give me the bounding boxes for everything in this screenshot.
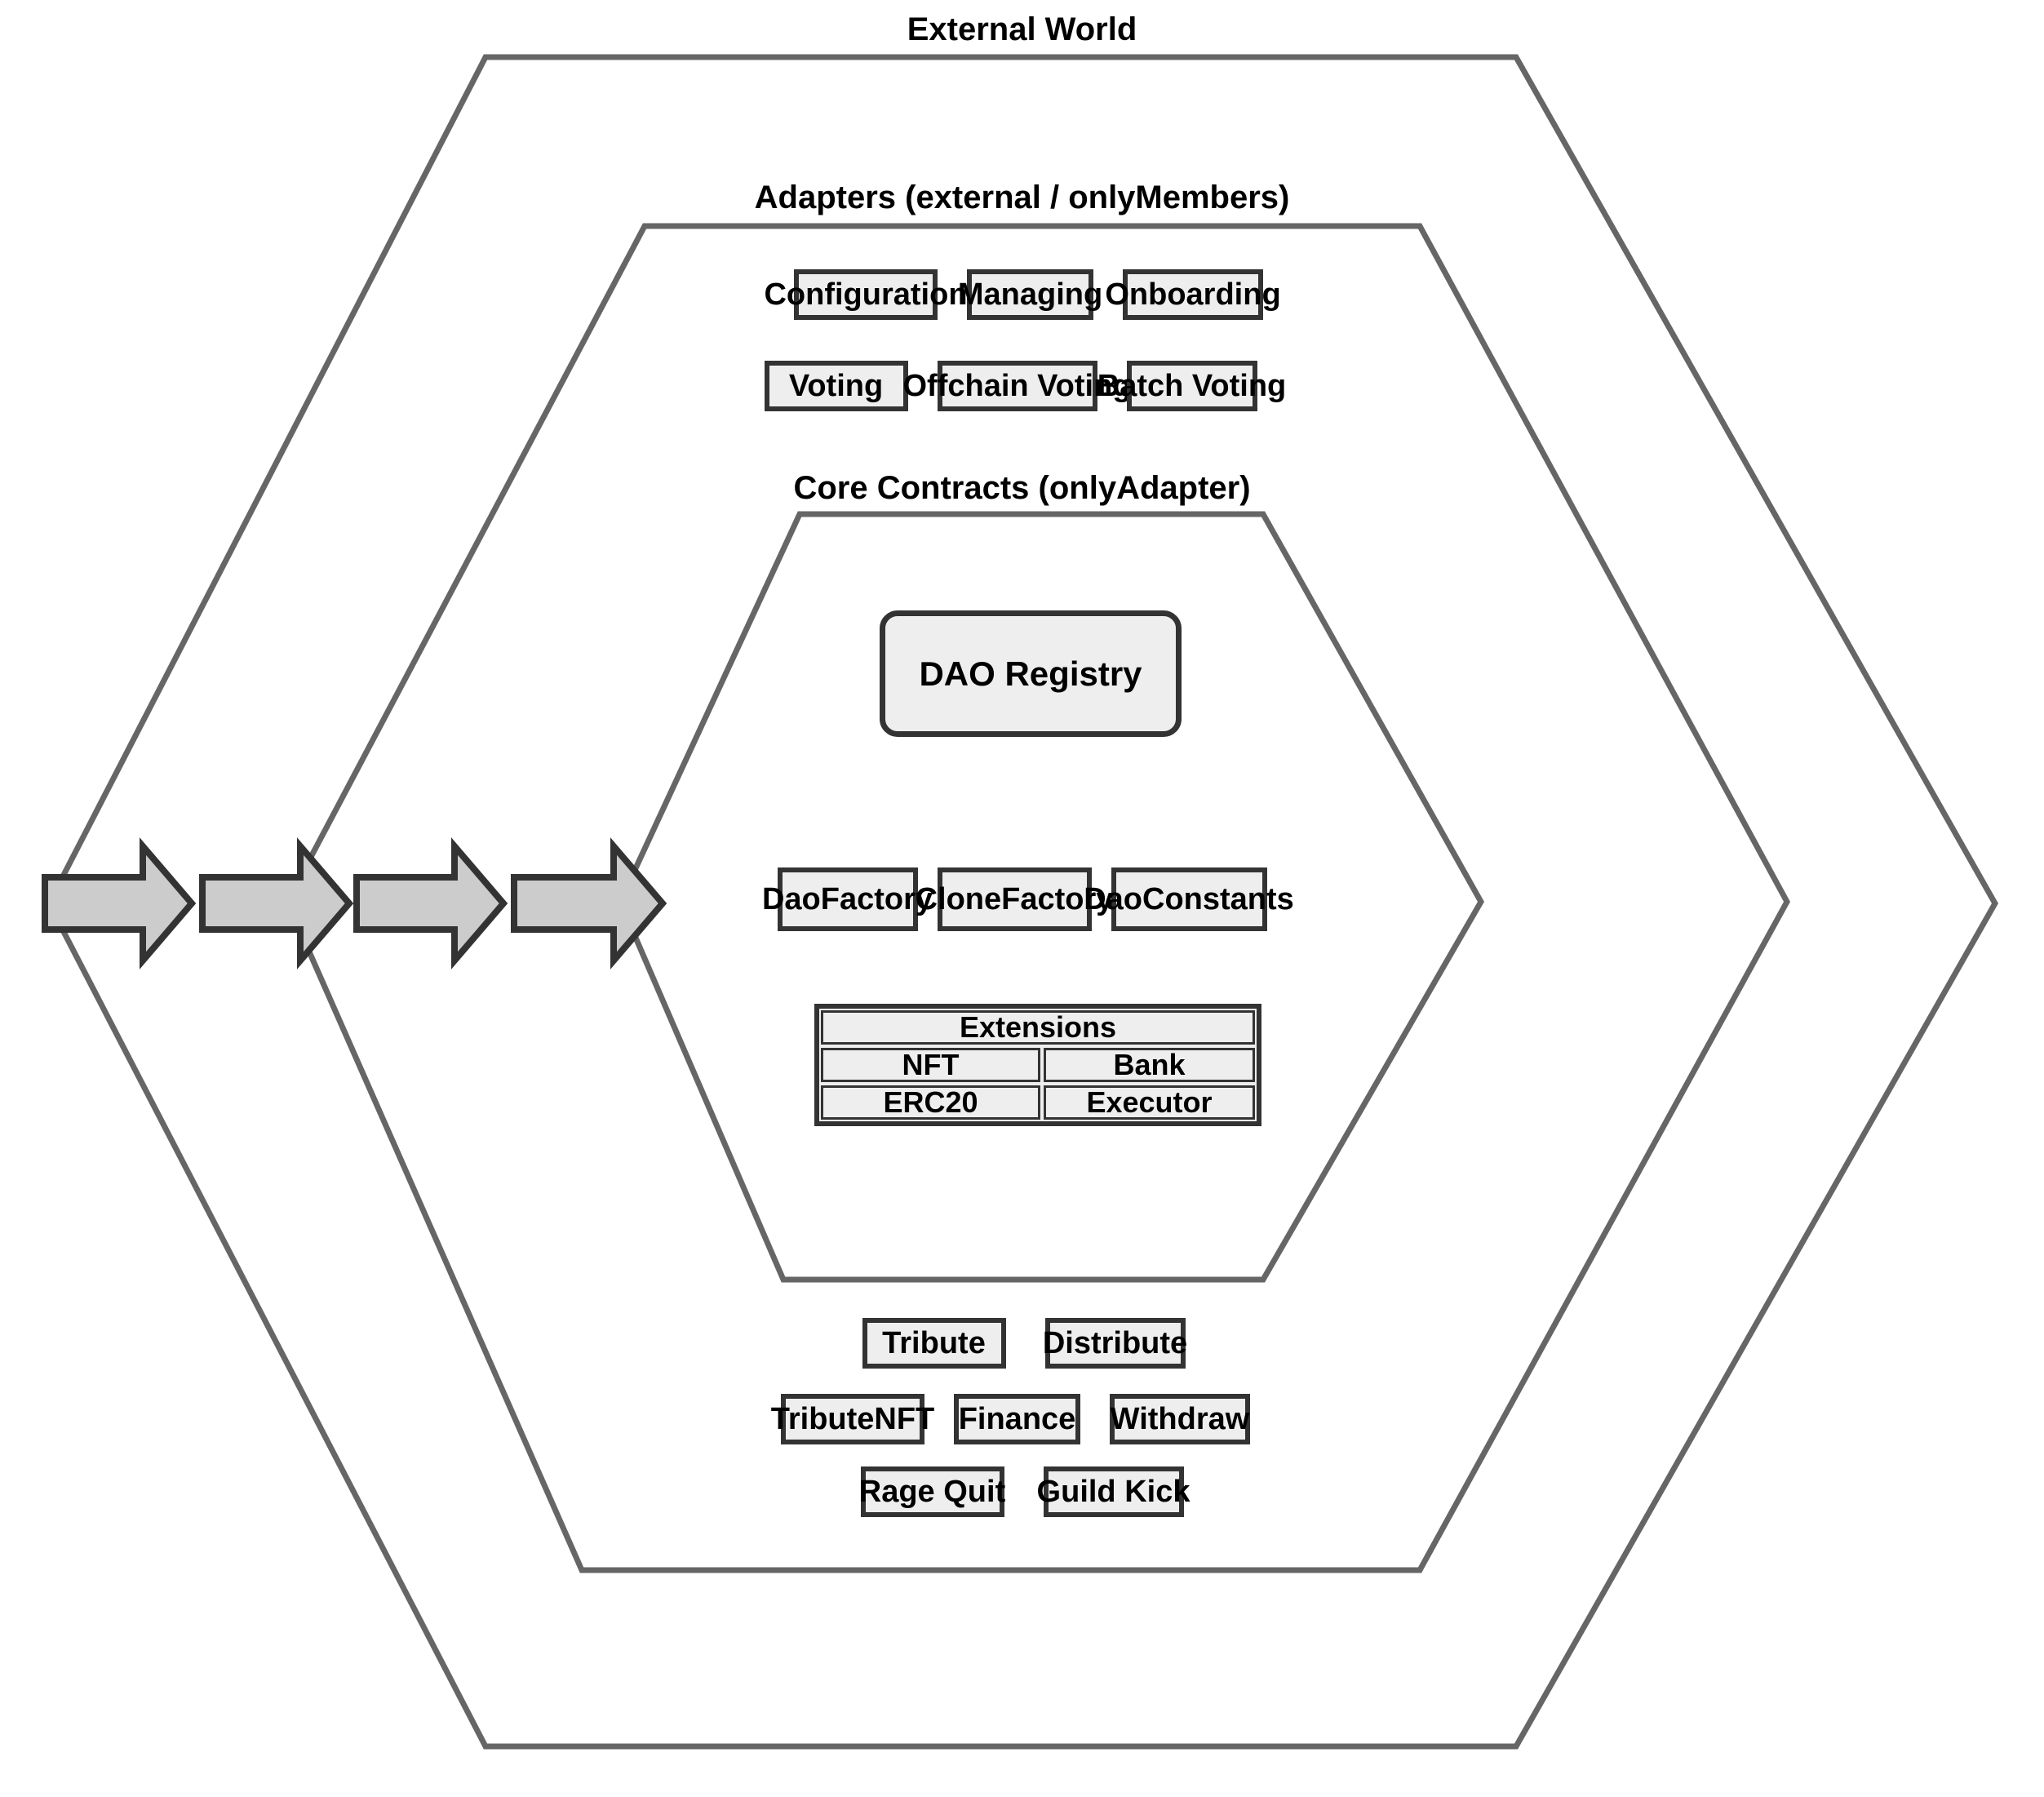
node-label: Guild Kick xyxy=(1036,1474,1190,1509)
extensions-row-2: ERC20 Executor xyxy=(819,1084,1257,1121)
extensions-header-cell[interactable]: Extensions xyxy=(821,1010,1255,1045)
node-offchain-voting[interactable]: Offchain Voting xyxy=(902,361,1132,411)
node-label: Onboarding xyxy=(1105,277,1281,312)
extension-cell-executor[interactable]: Executor xyxy=(1044,1085,1255,1120)
node-daofactory[interactable]: DaoFactory xyxy=(762,867,933,931)
node-label: Withdraw xyxy=(1110,1401,1250,1436)
node-label: Finance xyxy=(958,1401,1076,1436)
node-withdraw[interactable]: Withdraw xyxy=(1110,1394,1250,1444)
node-onboarding[interactable]: Onboarding xyxy=(1105,269,1281,320)
adapters-layer-title: Adapters (external / onlyMembers) xyxy=(754,180,1290,215)
node-label: TributeNFT xyxy=(770,1401,935,1436)
core-factory-row: DaoFactory CloneFactory DaoConstants xyxy=(0,867,2044,931)
extension-cell-nft[interactable]: NFT xyxy=(821,1048,1040,1082)
adapters-bottom-row-3: Rage Quit Guild Kick xyxy=(0,1466,2044,1517)
extensions-row-1: NFT Bank xyxy=(819,1046,1257,1084)
node-distribute[interactable]: Distribute xyxy=(1042,1318,1188,1369)
node-clonefactory[interactable]: CloneFactory xyxy=(916,867,1113,931)
node-voting[interactable]: Voting xyxy=(764,361,908,411)
node-label: Distribute xyxy=(1042,1325,1188,1360)
node-managing[interactable]: Managing xyxy=(958,269,1102,320)
node-tributenft[interactable]: TributeNFT xyxy=(771,1394,934,1444)
node-label: Voting xyxy=(788,368,884,403)
extension-cell-erc20[interactable]: ERC20 xyxy=(821,1085,1040,1120)
node-label: Tribute xyxy=(882,1325,986,1360)
extension-cell-bank[interactable]: Bank xyxy=(1044,1048,1255,1082)
node-label: Batch Voting xyxy=(1097,368,1287,403)
node-label: DaoConstants xyxy=(1084,881,1294,916)
extensions-table: Extensions NFT Bank ERC20 Executor xyxy=(814,1004,1261,1126)
adapters-bottom-row-2: TributeNFT Finance Withdraw xyxy=(0,1394,2037,1444)
node-label: Rage Quit xyxy=(858,1474,1006,1509)
node-tribute[interactable]: Tribute xyxy=(862,1318,1006,1369)
node-guild-kick[interactable]: Guild Kick xyxy=(1037,1466,1190,1517)
node-configuration[interactable]: Configuration xyxy=(764,269,968,320)
adapters-top-row-1: Configuration Managing Onboarding xyxy=(7,269,2044,320)
node-rage-quit[interactable]: Rage Quit xyxy=(858,1466,1006,1517)
node-finance[interactable]: Finance xyxy=(954,1394,1080,1444)
node-dao-registry-label: DAO Registry xyxy=(919,654,1142,693)
adapters-top-row-2: Voting Offchain Voting Batch Voting xyxy=(0,361,2033,411)
node-label: Managing xyxy=(957,277,1103,312)
node-batch-voting[interactable]: Batch Voting xyxy=(1097,361,1286,411)
adapters-bottom-row-1: Tribute Distribute xyxy=(2,1318,2044,1369)
external-world-layer-title: External World xyxy=(907,11,1137,47)
node-daoconstants[interactable]: DaoConstants xyxy=(1084,867,1294,931)
node-dao-registry[interactable]: DAO Registry xyxy=(880,610,1182,737)
core-contracts-layer-title: Core Contracts (onlyAdapter) xyxy=(793,470,1251,506)
architecture-diagram: External World Adapters (external / only… xyxy=(0,0,2044,1797)
node-label: Configuration xyxy=(764,277,968,312)
extensions-header-row: Extensions xyxy=(819,1009,1257,1046)
node-label: DaoFactory xyxy=(761,881,933,916)
